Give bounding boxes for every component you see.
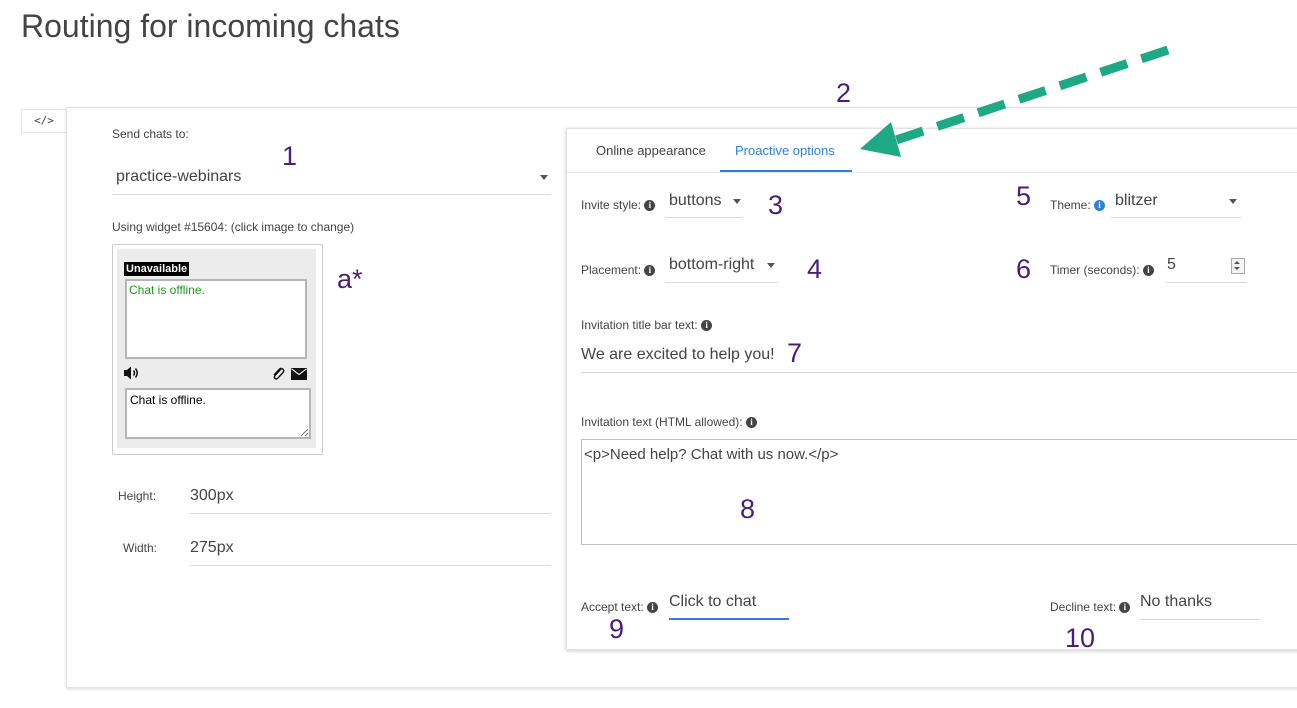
- timer-input[interactable]: 5: [1166, 252, 1246, 283]
- invite-style-label: Invite style: i: [581, 198, 656, 212]
- title-bar-label: Invitation title bar text: i: [581, 318, 713, 332]
- invitation-text-label-text: Invitation text (HTML allowed):: [581, 415, 743, 429]
- placement-value: bottom-right: [669, 256, 755, 273]
- accept-text-label: Accept text: i: [581, 600, 659, 614]
- info-icon[interactable]: i: [701, 320, 713, 332]
- send-chats-select[interactable]: practice-webinars: [112, 160, 551, 195]
- title-bar-label-text: Invitation title bar text:: [581, 318, 698, 332]
- stepper-up-icon[interactable]: [1234, 261, 1240, 264]
- stepper-icon[interactable]: [1231, 258, 1245, 274]
- annotation-1: 1: [282, 141, 298, 171]
- title-bar-value: We are excited to help you!: [581, 346, 775, 363]
- annotation-5: 5: [1016, 181, 1032, 211]
- tab-online-appearance[interactable]: Online appearance: [596, 143, 706, 158]
- placement-select[interactable]: bottom-right: [665, 252, 778, 283]
- placement-label-text: Placement:: [581, 263, 642, 277]
- annotation-a: a*: [337, 264, 363, 294]
- annotation-2: 2: [836, 78, 852, 108]
- theme-label: Theme: i: [1050, 198, 1106, 212]
- envelope-icon: [291, 368, 307, 380]
- timer-value: 5: [1167, 256, 1176, 273]
- annotation-4: 4: [807, 254, 823, 284]
- width-label: Width:: [123, 541, 158, 555]
- page-title: Routing for incoming chats: [21, 8, 400, 44]
- send-chats-value: practice-webinars: [116, 168, 242, 185]
- invitation-text-textarea[interactable]: <p>Need help? Chat with us now.</p>: [581, 439, 1297, 545]
- annotation-9: 9: [609, 614, 625, 644]
- code-toggle-button[interactable]: </>: [21, 109, 66, 133]
- annotation-6: 6: [1016, 254, 1032, 284]
- invite-style-label-text: Invite style:: [581, 198, 642, 212]
- info-icon[interactable]: i: [1119, 602, 1131, 614]
- annotation-3: 3: [768, 190, 784, 220]
- chevron-down-icon: [767, 263, 775, 268]
- annotation-arrow-icon: [860, 45, 1170, 157]
- resize-handle-icon: [300, 428, 309, 437]
- stepper-down-icon[interactable]: [1234, 267, 1240, 270]
- timer-label: Timer (seconds): i: [1050, 263, 1154, 277]
- accept-text-value: Click to chat: [669, 593, 757, 610]
- info-icon[interactable]: i: [644, 265, 656, 277]
- widget-status-badge: Unavailable: [124, 262, 190, 276]
- accept-text-input[interactable]: Click to chat: [669, 587, 789, 620]
- invite-style-value: buttons: [669, 192, 722, 209]
- theme-select[interactable]: blitzer: [1111, 188, 1241, 218]
- decline-text-label: Decline text: i: [1050, 600, 1131, 614]
- annotation-8: 8: [740, 494, 756, 524]
- theme-label-text: Theme:: [1050, 198, 1091, 212]
- widget-chat-input: Chat is offline.: [125, 388, 311, 439]
- accept-text-label-text: Accept text:: [581, 600, 644, 614]
- height-label: Height:: [118, 489, 157, 503]
- annotation-10: 10: [1065, 623, 1096, 653]
- decline-text-input[interactable]: No thanks: [1140, 587, 1260, 620]
- chevron-down-icon: [1229, 199, 1237, 204]
- decline-text-value: No thanks: [1140, 593, 1213, 610]
- invitation-text-label: Invitation text (HTML allowed): i: [581, 415, 757, 429]
- paperclip-icon: [273, 367, 285, 380]
- info-icon[interactable]: i: [1094, 200, 1106, 212]
- send-chats-label: Send chats to:: [112, 127, 189, 141]
- decline-text-label-text: Decline text:: [1050, 600, 1117, 614]
- info-icon[interactable]: i: [1142, 265, 1154, 277]
- invitation-text-value: <p>Need help? Chat with us now.</p>: [584, 446, 839, 463]
- width-value: 275px: [190, 539, 234, 556]
- annotation-7: 7: [787, 338, 803, 368]
- widget-label: Using widget #15604: (click image to cha…: [112, 220, 355, 234]
- widget-chat-log: Chat is offline.: [125, 279, 307, 359]
- speaker-icon: [124, 366, 138, 380]
- info-icon[interactable]: i: [644, 200, 656, 212]
- width-input[interactable]: 275px: [190, 530, 551, 566]
- chevron-down-icon: [540, 175, 548, 180]
- theme-value: blitzer: [1115, 192, 1158, 209]
- tabs-divider: [567, 172, 1297, 173]
- invite-style-select[interactable]: buttons: [665, 188, 743, 218]
- chevron-down-icon: [733, 199, 741, 204]
- title-bar-input[interactable]: We are excited to help you!: [581, 338, 1297, 373]
- height-input[interactable]: 300px: [190, 478, 551, 514]
- placement-label: Placement: i: [581, 263, 656, 277]
- tab-proactive-options[interactable]: Proactive options: [735, 143, 835, 158]
- timer-label-text: Timer (seconds):: [1050, 263, 1140, 277]
- info-icon[interactable]: i: [745, 417, 757, 429]
- height-value: 300px: [190, 487, 234, 504]
- info-icon[interactable]: i: [647, 602, 659, 614]
